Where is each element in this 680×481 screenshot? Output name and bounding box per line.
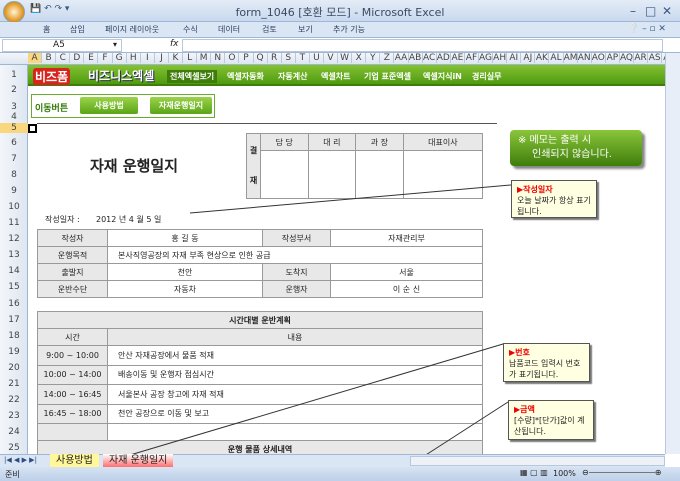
status-ready: 준비 bbox=[5, 470, 20, 479]
sheet-tab-usage[interactable]: 사용방법 bbox=[50, 454, 99, 467]
status-bar bbox=[0, 467, 680, 481]
view-buttons[interactable]: ▦ ▢ ▥ bbox=[520, 468, 548, 477]
zoom-slider[interactable]: ⊖ ⊕ bbox=[582, 468, 672, 478]
horizontal-scrollbar[interactable] bbox=[410, 456, 665, 466]
zoom-level[interactable]: 100% bbox=[553, 469, 576, 478]
sheet-tab-material-log[interactable]: 자재 운행일지 bbox=[103, 454, 174, 467]
sheet-nav-icons[interactable]: |◀ ◀ ▶ ▶| bbox=[4, 456, 37, 464]
vertical-scrollbar[interactable] bbox=[665, 53, 680, 454]
comment-connectors bbox=[129, 184, 512, 461]
